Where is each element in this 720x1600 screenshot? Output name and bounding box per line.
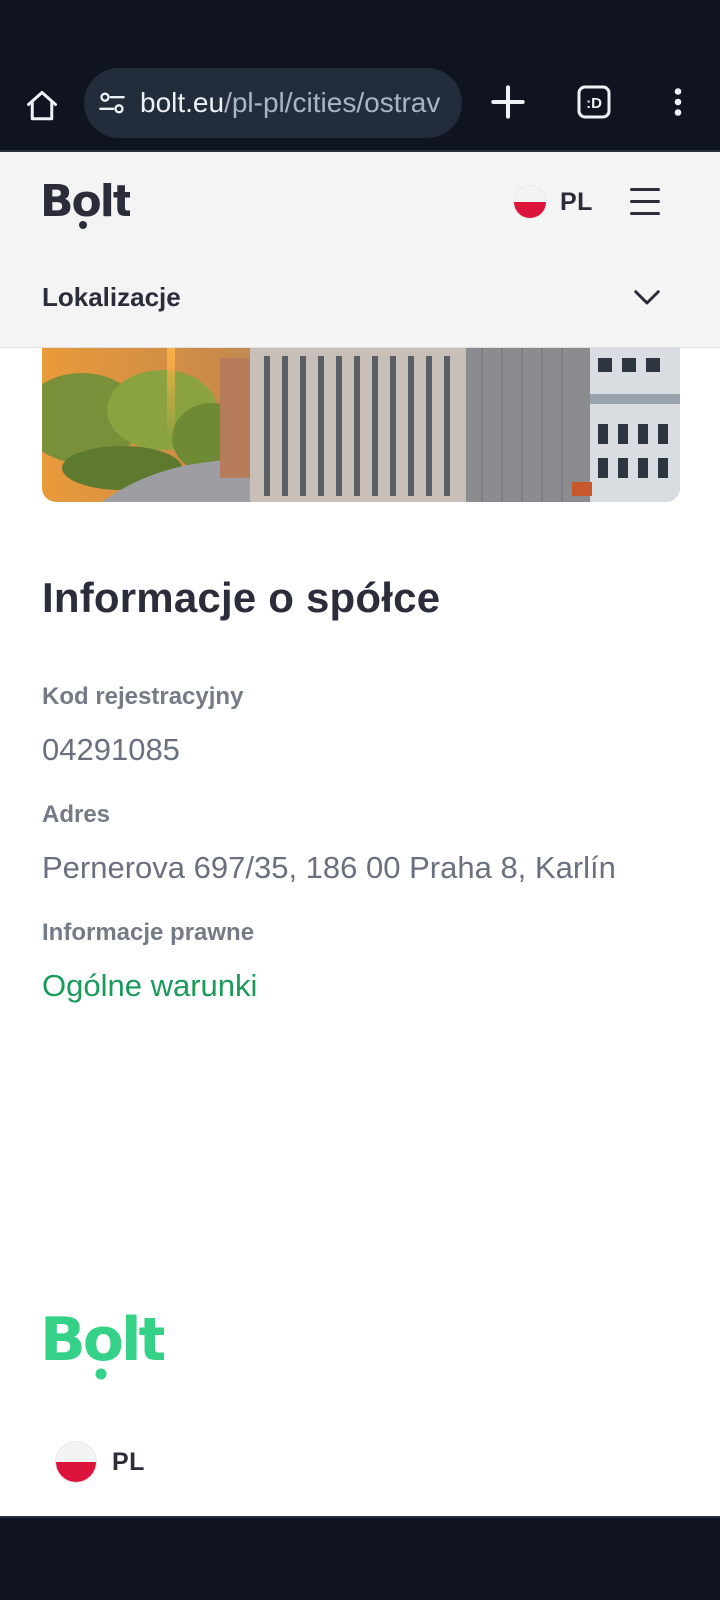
address-bar[interactable]: bolt.eu/pl-pl/cities/ostrav bbox=[84, 68, 462, 138]
registration-code-label: Kod rejestracyjny bbox=[42, 683, 244, 710]
terms-link[interactable]: Ogólne warunki bbox=[42, 968, 257, 1004]
home-button[interactable] bbox=[20, 84, 64, 128]
address-value: Pernerova 697/35, 186 00 Praha 8, Karlín bbox=[42, 850, 616, 885]
hamburger-menu-icon[interactable] bbox=[630, 188, 662, 218]
svg-text:Bolt: Bolt bbox=[40, 176, 130, 227]
bolt-footer-logo[interactable]: Bolt bbox=[40, 1304, 164, 1380]
footer-language-label: PL bbox=[112, 1447, 145, 1476]
tabs-icon: :D bbox=[577, 85, 611, 119]
status-bar bbox=[0, 0, 720, 62]
legal-info-label: Informacje prawne bbox=[42, 919, 255, 946]
svg-text:Bolt: Bolt bbox=[40, 1305, 164, 1375]
language-selector[interactable]: PL bbox=[514, 182, 593, 222]
registration-code-value: 04291085 bbox=[42, 732, 180, 767]
tabs-button[interactable]: :D bbox=[574, 82, 614, 122]
chevron-down-icon bbox=[634, 290, 660, 305]
browser-toolbar: bolt.eu/pl-pl/cities/ostrav :D bbox=[0, 62, 720, 152]
locations-label: Lokalizacje bbox=[42, 282, 181, 312]
locations-dropdown[interactable]: Lokalizacje bbox=[0, 268, 720, 328]
footer-language-selector[interactable]: PL bbox=[56, 1440, 145, 1484]
url-path: /pl-pl/cities/ostrav bbox=[224, 87, 441, 118]
poland-flag-icon bbox=[56, 1442, 96, 1482]
system-navigation-bar bbox=[0, 1516, 720, 1600]
site-header: Bolt PL Lokalizacje bbox=[0, 152, 720, 348]
site-settings-icon[interactable] bbox=[98, 89, 126, 117]
tabs-badge: :D bbox=[586, 95, 602, 112]
bolt-logo[interactable]: Bolt bbox=[40, 174, 130, 230]
url-text: bolt.eu/pl-pl/cities/ostrav bbox=[140, 68, 440, 138]
company-info-title: Informacje o spółce bbox=[42, 574, 441, 621]
plus-icon[interactable] bbox=[486, 80, 530, 124]
city-hero-image bbox=[42, 348, 680, 502]
url-host: bolt.eu bbox=[140, 87, 225, 118]
language-label: PL bbox=[560, 187, 593, 216]
page-content: Informacje o spółce Kod rejestracyjny 04… bbox=[0, 348, 720, 1516]
more-vert-icon[interactable] bbox=[660, 80, 696, 124]
poland-flag-icon bbox=[514, 186, 546, 218]
home-icon bbox=[27, 91, 57, 121]
address-label: Adres bbox=[42, 801, 111, 828]
